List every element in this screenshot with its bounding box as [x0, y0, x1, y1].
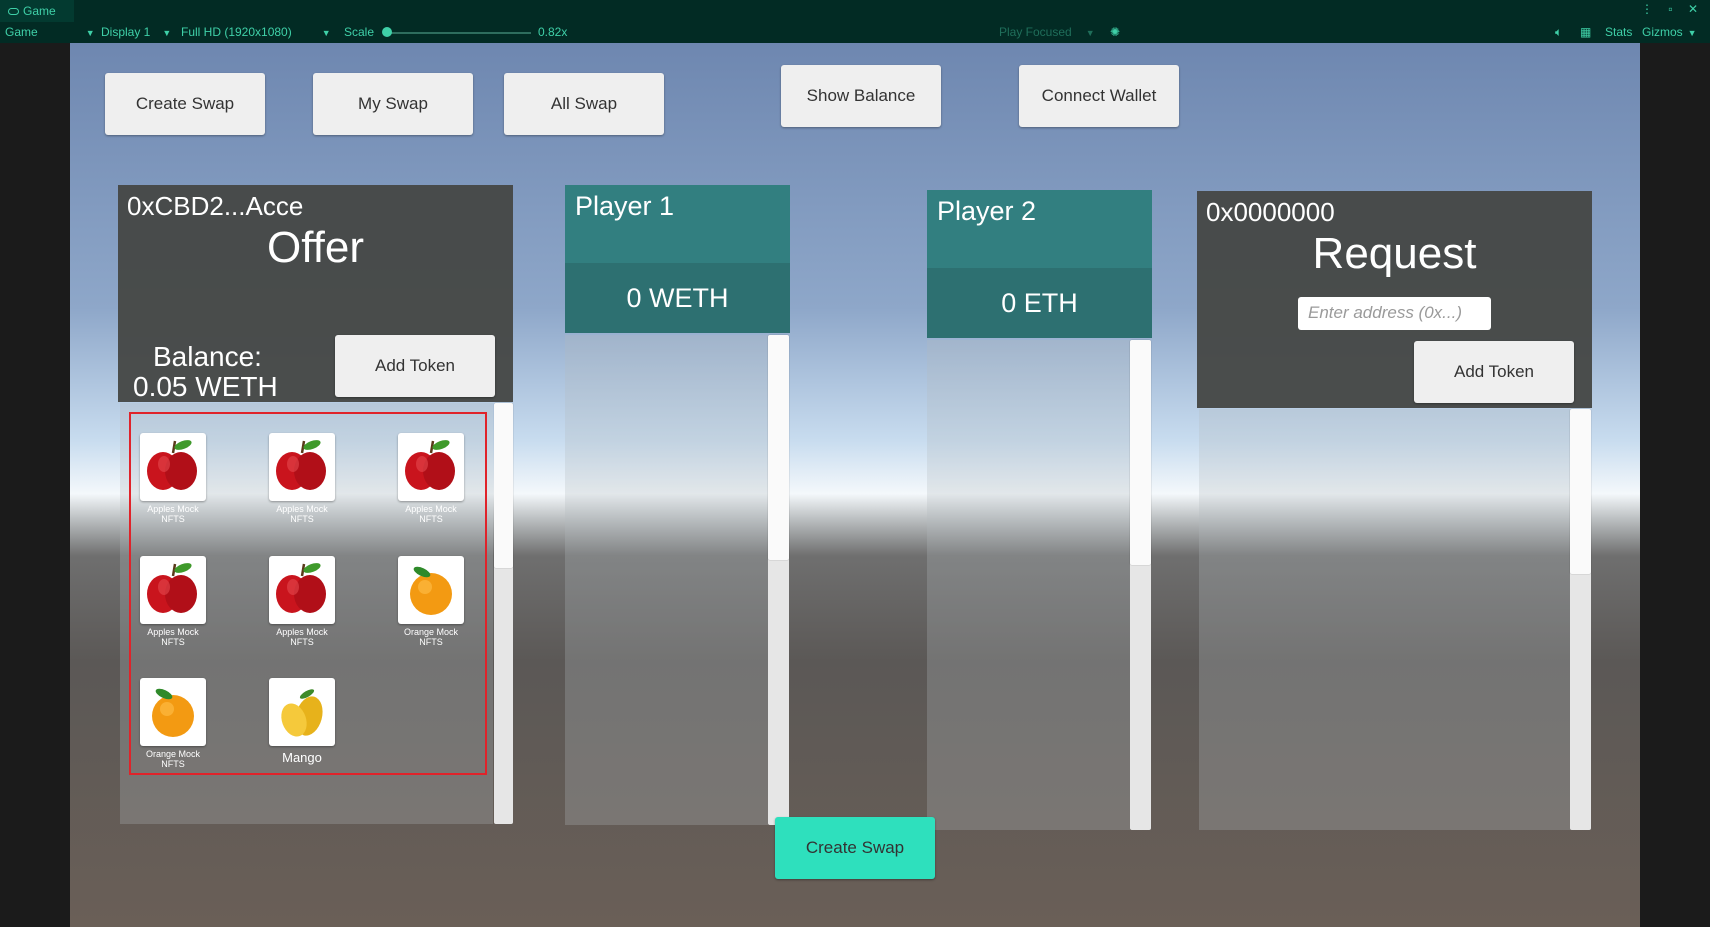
orange-icon	[152, 688, 194, 737]
token-item[interactable]: Orange Mock NFTS	[398, 556, 464, 647]
request-add-token-button[interactable]: Add Token	[1414, 341, 1574, 403]
token-item[interactable]: Mango	[269, 678, 335, 766]
apple-icon	[147, 563, 197, 613]
selected-token-grid: Apples Mock NFTS Apples Mock NFTS Apples…	[129, 412, 487, 775]
play-mode-dropdown[interactable]: Play Focused ▼	[999, 22, 1095, 44]
player1-balance: 0 WETH	[565, 263, 790, 333]
offer-balance: Balance: 0.05 WETH	[133, 342, 278, 402]
player1-card: Player 1 0 WETH	[565, 185, 790, 333]
player2-name: Player 2	[937, 196, 1037, 226]
request-title: Request	[1312, 229, 1477, 278]
request-scrollbar[interactable]	[1570, 409, 1591, 830]
chevron-down-icon: ▼	[1085, 28, 1095, 38]
token-item[interactable]: Orange Mock NFTS	[140, 678, 206, 769]
scale-label: Scale	[344, 25, 375, 39]
editor-tab-bar: Game ⋮ ▫ ✕	[0, 0, 1710, 23]
show-balance-button[interactable]: Show Balance	[781, 65, 941, 127]
window-controls[interactable]: ⋮ ▫ ✕	[1641, 2, 1704, 16]
player2-scrollbar-thumb[interactable]	[1130, 340, 1151, 565]
request-scrollbar-thumb[interactable]	[1570, 409, 1591, 574]
game-view: Create Swap My Swap All Swap Show Balanc…	[70, 43, 1640, 927]
offer-add-token-button[interactable]: Add Token	[335, 335, 495, 397]
token-item[interactable]: Apples Mock NFTS	[140, 433, 206, 524]
mango-icon	[281, 689, 323, 737]
balance-value: 0.05 WETH	[133, 371, 278, 402]
apple-icon	[147, 440, 197, 490]
view-dropdown[interactable]: Game ▼	[5, 22, 95, 44]
create-swap-nav-button[interactable]: Create Swap	[105, 73, 265, 135]
chevron-down-icon: ▼	[85, 28, 95, 38]
gizmos-dropdown[interactable]: Gizmos ▼	[1642, 22, 1697, 44]
scale-slider-handle[interactable]	[382, 27, 392, 37]
player1-token-list[interactable]	[565, 335, 768, 825]
resolution-dropdown[interactable]: Full HD (1920x1080) ▼	[181, 22, 331, 44]
player2-scrollbar[interactable]	[1130, 340, 1151, 830]
request-address-input[interactable]: Enter address (0x...)	[1298, 297, 1491, 330]
offer-scrollbar[interactable]	[494, 403, 513, 824]
token-item[interactable]: Apples Mock NFTS	[398, 433, 464, 524]
offer-panel: 0xCBD2...Acce Offer Balance: 0.05 WETH A…	[118, 185, 513, 402]
chevron-down-icon: ▼	[321, 28, 331, 38]
offer-scrollbar-thumb[interactable]	[494, 403, 513, 568]
scale-slider-track[interactable]	[387, 32, 531, 34]
balance-label: Balance:	[153, 341, 262, 372]
stats-button[interactable]: Stats	[1605, 22, 1632, 43]
gamepad-icon	[8, 8, 19, 16]
connect-wallet-button[interactable]: Connect Wallet	[1019, 65, 1179, 127]
apple-icon	[276, 563, 326, 613]
orange-icon	[410, 566, 452, 615]
offer-token-list[interactable]: Apples Mock NFTS Apples Mock NFTS Apples…	[120, 403, 493, 824]
offer-address: 0xCBD2...Acce	[127, 191, 304, 221]
display-dropdown[interactable]: Display 1 ▼	[101, 22, 171, 44]
player2-token-list[interactable]	[927, 340, 1130, 830]
my-swap-button[interactable]: My Swap	[313, 73, 473, 135]
player1-scrollbar[interactable]	[768, 335, 789, 825]
game-toolbar: Game ▼ Display 1 ▼ Full HD (1920x1080) ▼ Sc…	[0, 22, 1710, 43]
player1-name: Player 1	[575, 191, 675, 221]
player2-card: Player 2 0 ETH	[927, 190, 1152, 338]
game-tab[interactable]: Game	[0, 0, 74, 22]
request-address: 0x0000000	[1206, 197, 1335, 227]
apple-icon	[276, 440, 326, 490]
token-item[interactable]: Apples Mock NFTS	[269, 556, 335, 647]
request-token-list[interactable]	[1199, 409, 1572, 830]
bug-icon[interactable]: ✺	[1110, 22, 1120, 43]
create-swap-button[interactable]: Create Swap	[775, 817, 935, 879]
all-swap-button[interactable]: All Swap	[504, 73, 664, 135]
chevron-down-icon: ▼	[1687, 28, 1697, 38]
apple-icon	[405, 440, 455, 490]
grid-icon[interactable]: ▦	[1580, 22, 1591, 43]
request-panel: 0x0000000 Request Enter address (0x...) …	[1197, 191, 1592, 408]
scale-value: 0.82x	[538, 25, 568, 39]
mute-audio-icon[interactable]: 🔈︎	[1555, 22, 1562, 43]
token-item[interactable]: Apples Mock NFTS	[269, 433, 335, 524]
offer-title: Offer	[266, 223, 364, 272]
player2-balance: 0 ETH	[927, 268, 1152, 338]
chevron-down-icon: ▼	[162, 28, 172, 38]
token-item[interactable]: Apples Mock NFTS	[140, 556, 206, 647]
player1-scrollbar-thumb[interactable]	[768, 335, 789, 560]
